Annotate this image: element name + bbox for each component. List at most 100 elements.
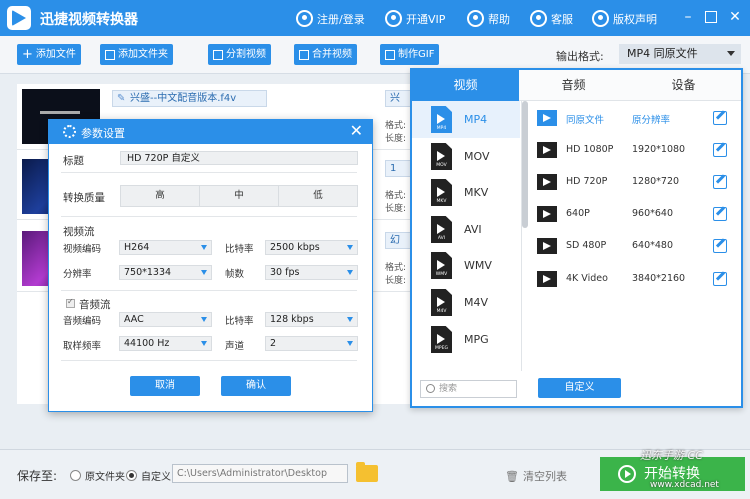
tab-video[interactable]: 视频 bbox=[412, 70, 519, 101]
confirm-button[interactable]: 确认 bbox=[221, 376, 291, 396]
copyright-link[interactable]: 版权声明 bbox=[592, 10, 657, 27]
fps-select[interactable]: 30 fps bbox=[265, 265, 358, 280]
quality-row[interactable]: SD 480P 640*480 bbox=[532, 230, 741, 262]
format-item-mkv[interactable]: MKV MKV bbox=[412, 174, 520, 211]
channel-select[interactable]: 2 bbox=[265, 336, 358, 351]
quality-row[interactable]: 4K Video 3840*2160 bbox=[532, 263, 741, 295]
video-file-icon: MPEG bbox=[431, 326, 452, 353]
quality-row[interactable]: 640P 960*640 bbox=[532, 198, 741, 230]
file-name-right[interactable]: 幻 bbox=[385, 232, 411, 249]
add-file-button[interactable]: + 添加文件 bbox=[17, 44, 81, 65]
clear-list-button[interactable]: 🗑 清空列表 bbox=[505, 468, 567, 484]
merge-icon bbox=[299, 49, 309, 60]
folder-icon bbox=[105, 49, 115, 60]
divider bbox=[61, 216, 357, 217]
quality-medium-button[interactable]: 中 bbox=[199, 185, 279, 207]
edit-icon[interactable] bbox=[713, 111, 727, 125]
format-item-mov[interactable]: MOV MOV bbox=[412, 138, 520, 175]
gear-icon bbox=[63, 125, 76, 138]
dialog-close-button[interactable]: ✕ bbox=[350, 122, 363, 140]
login-link[interactable]: 注册/登录 bbox=[296, 10, 365, 27]
edit-icon[interactable] bbox=[713, 143, 727, 157]
watermark: 迅东手游 CC bbox=[640, 449, 703, 462]
service-link[interactable]: 客服 bbox=[530, 10, 573, 27]
video-bitrate-select[interactable]: 2500 kbps bbox=[265, 240, 358, 255]
file-name-right[interactable]: 兴 bbox=[385, 90, 411, 107]
quality-row[interactable]: HD 720P 1280*720 bbox=[532, 166, 741, 198]
split-icon bbox=[213, 49, 223, 60]
format-list: MP4 MP4 MOV MOV MKV MKV AVI AVI WMV WMV M4V M4… bbox=[412, 101, 522, 371]
title-input[interactable]: HD 720P 自定义 bbox=[120, 151, 358, 165]
parameter-dialog: 参数设置 ✕ 标题 HD 720P 自定义 转换质量 高 中 低 视频流 视频编… bbox=[48, 119, 373, 412]
divider bbox=[61, 360, 357, 361]
audio-codec-select[interactable]: AAC bbox=[119, 312, 212, 327]
resolution-select[interactable]: 750*1334 bbox=[119, 265, 212, 280]
format-item-mpg[interactable]: MPEG MPG bbox=[412, 321, 520, 358]
edit-icon[interactable] bbox=[713, 272, 727, 286]
chevron-down-icon bbox=[201, 341, 207, 346]
help-link[interactable]: 帮助 bbox=[467, 10, 510, 27]
format-item-m4v[interactable]: M4V M4V bbox=[412, 284, 520, 321]
merge-video-button[interactable]: 合并视频 bbox=[294, 44, 357, 65]
film-icon bbox=[537, 238, 557, 254]
format-list-scrollbar[interactable] bbox=[522, 101, 528, 228]
title-bar: 迅捷视频转换器 注册/登录 开通VIP 帮助 客服 版权声明 – ✕ bbox=[0, 0, 750, 36]
output-format-label: 输出格式: bbox=[556, 50, 604, 63]
format-item-wmv[interactable]: WMV WMV bbox=[412, 247, 520, 284]
help-icon bbox=[467, 10, 484, 27]
format-tabs: 视频 音频 设备 bbox=[412, 70, 741, 101]
chevron-down-icon bbox=[201, 245, 207, 250]
format-search-input[interactable]: 搜索 bbox=[420, 380, 517, 398]
add-folder-button[interactable]: 添加文件夹 bbox=[100, 44, 173, 65]
film-icon bbox=[537, 206, 557, 222]
dialog-header: 参数设置 ✕ bbox=[49, 120, 372, 144]
minimize-button[interactable]: – bbox=[681, 10, 695, 24]
sample-rate-select[interactable]: 44100 Hz bbox=[119, 336, 212, 351]
chevron-down-icon bbox=[347, 341, 353, 346]
save-path-input[interactable]: C:\Users\Administrator\Desktop bbox=[172, 464, 348, 483]
quality-label: 转换质量 bbox=[63, 192, 105, 204]
video-file-icon: MKV bbox=[431, 179, 452, 206]
maximize-button[interactable] bbox=[705, 11, 717, 23]
custom-button[interactable]: 自定义 bbox=[538, 378, 621, 398]
file-name-right[interactable]: 1 bbox=[385, 160, 411, 177]
chevron-down-icon bbox=[347, 317, 353, 322]
chevron-down-icon bbox=[347, 245, 353, 250]
chevron-down-icon bbox=[347, 270, 353, 275]
vip-link[interactable]: 开通VIP bbox=[385, 10, 445, 27]
copyright-icon bbox=[592, 10, 609, 27]
close-button[interactable]: ✕ bbox=[728, 10, 742, 24]
edit-icon[interactable] bbox=[713, 207, 727, 221]
play-icon bbox=[618, 465, 636, 483]
format-item-avi[interactable]: AVI AVI bbox=[412, 211, 520, 248]
radio-custom-folder[interactable]: 自定义 bbox=[126, 468, 171, 483]
app-logo-icon bbox=[7, 6, 31, 30]
split-video-button[interactable]: 分割视频 bbox=[208, 44, 271, 65]
quality-row[interactable]: HD 1080P 1920*1080 bbox=[532, 134, 741, 166]
video-file-icon: MOV bbox=[431, 143, 452, 170]
cancel-button[interactable]: 取消 bbox=[130, 376, 200, 396]
output-format-select[interactable]: MP4 同原文件 bbox=[619, 44, 741, 64]
edit-icon[interactable] bbox=[713, 239, 727, 253]
quality-high-button[interactable]: 高 bbox=[120, 185, 200, 207]
app-title: 迅捷视频转换器 bbox=[40, 12, 138, 28]
radio-original-folder[interactable]: 原文件夹 bbox=[70, 468, 125, 483]
make-gif-button[interactable]: 制作GIF bbox=[380, 44, 440, 65]
tab-audio[interactable]: 音频 bbox=[520, 70, 627, 101]
format-item-mp4[interactable]: MP4 MP4 bbox=[412, 101, 520, 138]
edit-icon[interactable] bbox=[713, 175, 727, 189]
dialog-title: 参数设置 bbox=[81, 127, 125, 140]
radio-selected-icon bbox=[126, 470, 137, 481]
audio-stream-checkbox[interactable] bbox=[66, 297, 75, 308]
video-codec-select[interactable]: H264 bbox=[119, 240, 212, 255]
quality-row[interactable]: 同原文件 原分辨率 bbox=[532, 102, 741, 134]
chevron-down-icon bbox=[201, 317, 207, 322]
tab-device[interactable]: 设备 bbox=[630, 70, 737, 101]
quality-low-button[interactable]: 低 bbox=[278, 185, 358, 207]
audio-bitrate-select[interactable]: 128 kbps bbox=[265, 312, 358, 327]
file-name[interactable]: 兴盛--中文配音版本.f4v bbox=[112, 90, 267, 107]
film-icon bbox=[537, 110, 557, 126]
folder-icon[interactable] bbox=[356, 462, 378, 482]
watermark-url: www.xdcad.net bbox=[650, 480, 719, 490]
vip-icon bbox=[385, 10, 402, 27]
